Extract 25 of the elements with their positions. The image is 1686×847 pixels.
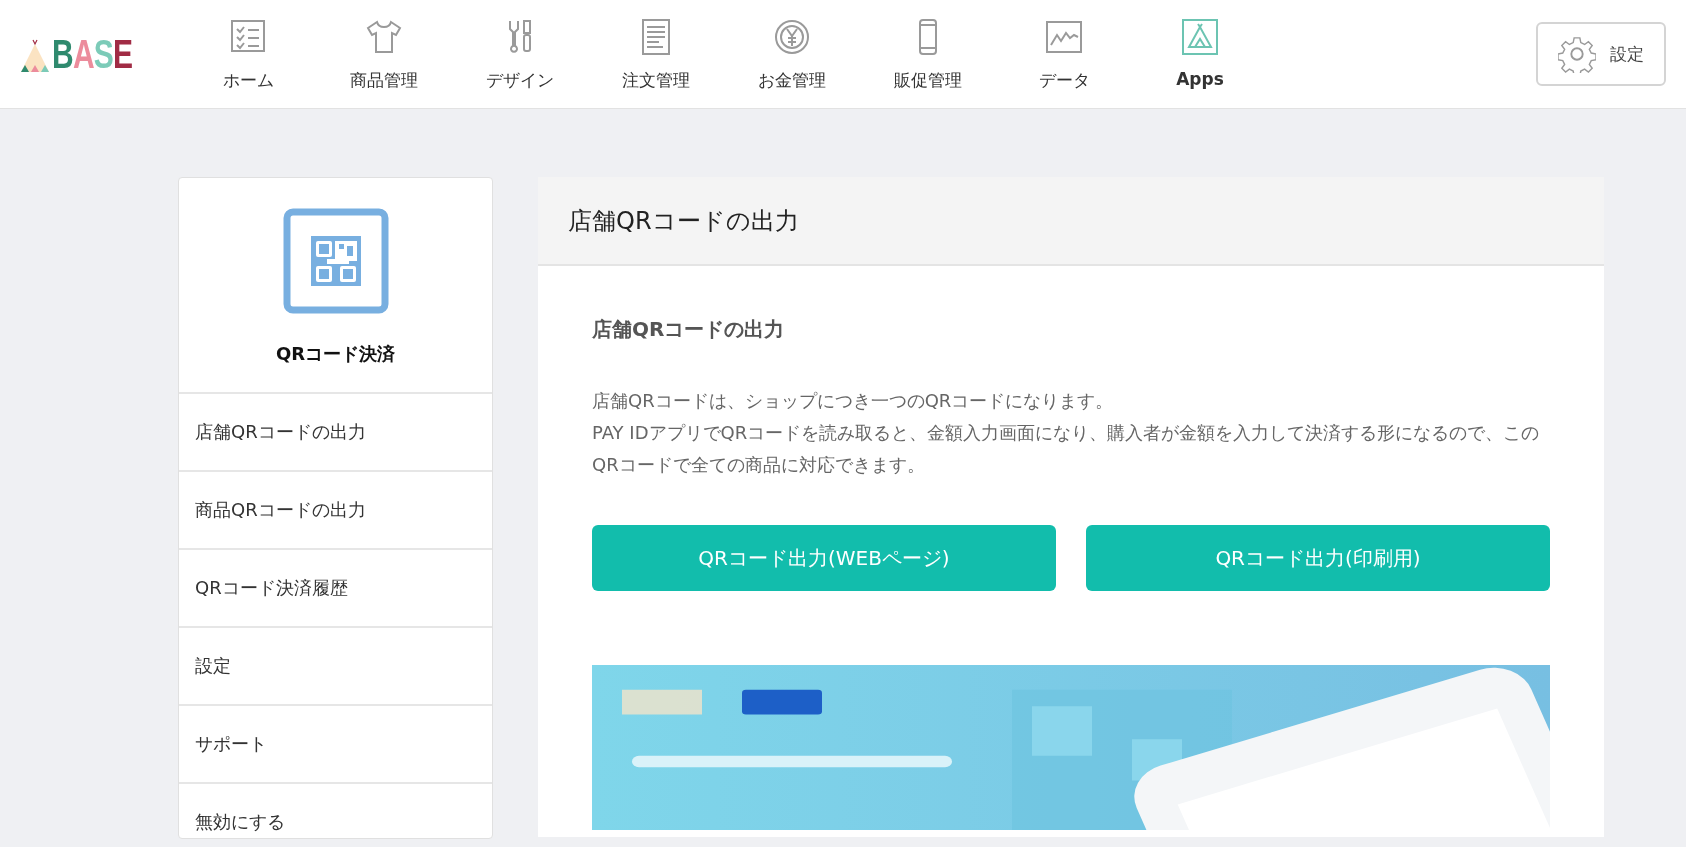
qr-code-icon [282, 208, 389, 314]
settings-icon [1558, 35, 1596, 73]
logo[interactable]: BASE [52, 34, 133, 74]
section-title: 店舗QRコードの出力 [592, 316, 786, 343]
sidebar-item[interactable]: QRコード決済履歴 [179, 550, 492, 628]
nav-item[interactable]: お金管理 [724, 16, 860, 92]
sidebar-item[interactable]: 設定 [179, 628, 492, 706]
panel-title: 店舗QRコードの出力 [568, 205, 799, 237]
nav-item[interactable]: 商品管理 [316, 16, 452, 92]
sidebar-item[interactable]: サポート [179, 706, 492, 784]
tent-icon [1180, 16, 1220, 57]
sidebar-item[interactable]: 店舗QRコードの出力 [179, 394, 492, 472]
nav-item[interactable]: 注文管理 [588, 16, 724, 92]
tent-logo-icon [20, 38, 50, 74]
app-name: QRコード決済 [275, 342, 396, 366]
settings-button[interactable]: 設定 [1536, 22, 1666, 86]
nav-item[interactable]: データ [996, 16, 1132, 92]
sidebar-item[interactable]: 無効にする [179, 784, 492, 838]
description-text: 店舗QRコードは、ショップにつき一つのQRコードになります。 [592, 389, 1115, 413]
nav-item[interactable]: 販促管理 [860, 16, 996, 92]
sidebar-item[interactable]: 商品QRコードの出力 [179, 472, 492, 550]
description-text: PAY IDアプリでQRコードを読み取ると、金額入力画面になり、購入者が金額を入力して決済する形になるので、このQRコードで全ての商品に対応できます。 [592, 421, 1541, 477]
nav-item[interactable]: Apps [1132, 16, 1268, 92]
nav-item[interactable]: デザイン [452, 16, 588, 92]
nav-item[interactable]: ホーム [180, 16, 316, 92]
